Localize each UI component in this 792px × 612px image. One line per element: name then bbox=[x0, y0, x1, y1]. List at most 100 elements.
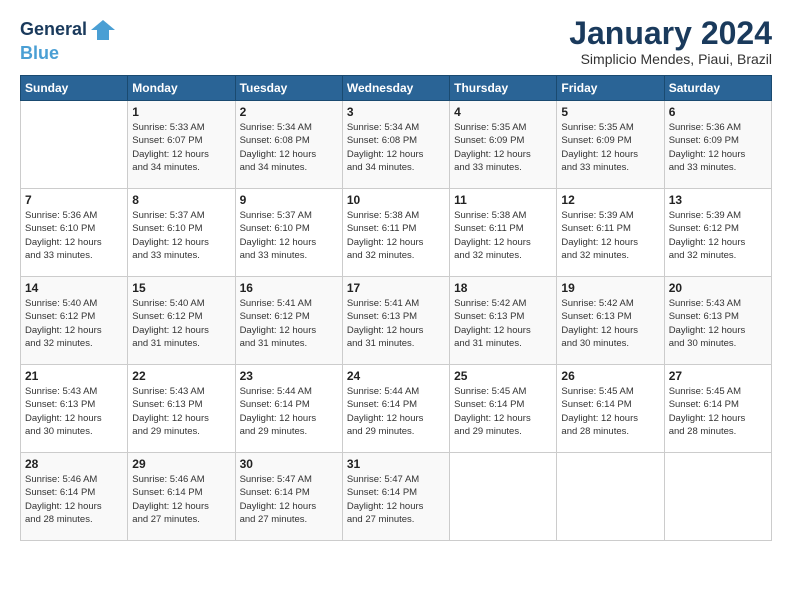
table-row: 3 Sunrise: 5:34 AM Sunset: 6:08 PM Daylig… bbox=[342, 101, 449, 189]
table-row: 4Sunrise: 5:35 AM Sunset: 6:09 PM Daylig… bbox=[450, 101, 557, 189]
day-info: Sunrise: 5:46 AM Sunset: 6:14 PM Dayligh… bbox=[25, 473, 123, 526]
table-row bbox=[450, 453, 557, 541]
day-number: 19 bbox=[561, 281, 659, 295]
day-info: Sunrise: 5:39 AM Sunset: 6:12 PM Dayligh… bbox=[669, 209, 767, 262]
table-row: 17 Sunrise: 5:41 AM Sunset: 6:13 PM Dayli… bbox=[342, 277, 449, 365]
day-info: Sunrise: 5:34 AM Sunset: 6:08 PM Dayligh… bbox=[240, 121, 338, 174]
day-number: 11 bbox=[454, 193, 552, 207]
logo-blue: Blue bbox=[20, 43, 59, 63]
day-info: Sunrise: 5:45 AM Sunset: 6:14 PM Dayligh… bbox=[454, 385, 552, 438]
table-row: 11Sunrise: 5:38 AM Sunset: 6:11 PM Dayli… bbox=[450, 189, 557, 277]
day-number: 7 bbox=[25, 193, 123, 207]
col-monday: Monday bbox=[128, 76, 235, 101]
table-row: 19Sunrise: 5:42 AM Sunset: 6:13 PM Dayli… bbox=[557, 277, 664, 365]
table-row: 18 Sunrise: 5:42 AM Sunset: 6:13 PM Dayli… bbox=[450, 277, 557, 365]
day-number: 25 bbox=[454, 369, 552, 383]
col-wednesday: Wednesday bbox=[342, 76, 449, 101]
table-row: 27 Sunrise: 5:45 AM Sunset: 6:14 PM Dayli… bbox=[664, 365, 771, 453]
table-row bbox=[664, 453, 771, 541]
calendar-table: Sunday Monday Tuesday Wednesday Thursday… bbox=[20, 75, 772, 541]
day-info: Sunrise: 5:40 AM Sunset: 6:12 PM Dayligh… bbox=[25, 297, 123, 350]
day-info: Sunrise: 5:41 AM Sunset: 6:13 PM Dayligh… bbox=[347, 297, 445, 350]
day-number: 14 bbox=[25, 281, 123, 295]
calendar-week-row: 7 Sunrise: 5:36 AM Sunset: 6:10 PM Daylig… bbox=[21, 189, 772, 277]
day-number: 31 bbox=[347, 457, 445, 471]
table-row: 25 Sunrise: 5:45 AM Sunset: 6:14 PM Dayli… bbox=[450, 365, 557, 453]
day-info: Sunrise: 5:34 AM Sunset: 6:08 PM Dayligh… bbox=[347, 121, 445, 174]
logo-text: General bbox=[20, 20, 87, 40]
table-row: 6 Sunrise: 5:36 AM Sunset: 6:09 PM Daylig… bbox=[664, 101, 771, 189]
day-number: 17 bbox=[347, 281, 445, 295]
calendar-week-row: 1Sunrise: 5:33 AM Sunset: 6:07 PM Daylig… bbox=[21, 101, 772, 189]
table-row: 9 Sunrise: 5:37 AM Sunset: 6:10 PM Daylig… bbox=[235, 189, 342, 277]
day-number: 9 bbox=[240, 193, 338, 207]
day-info: Sunrise: 5:37 AM Sunset: 6:10 PM Dayligh… bbox=[240, 209, 338, 262]
table-row: 8Sunrise: 5:37 AM Sunset: 6:10 PM Daylig… bbox=[128, 189, 235, 277]
calendar-week-row: 21 Sunrise: 5:43 AM Sunset: 6:13 PM Dayli… bbox=[21, 365, 772, 453]
table-row: 16Sunrise: 5:41 AM Sunset: 6:12 PM Dayli… bbox=[235, 277, 342, 365]
day-number: 15 bbox=[132, 281, 230, 295]
day-number: 23 bbox=[240, 369, 338, 383]
col-sunday: Sunday bbox=[21, 76, 128, 101]
table-row: 31 Sunrise: 5:47 AM Sunset: 6:14 PM Dayli… bbox=[342, 453, 449, 541]
table-row: 12Sunrise: 5:39 AM Sunset: 6:11 PM Dayli… bbox=[557, 189, 664, 277]
day-info: Sunrise: 5:36 AM Sunset: 6:10 PM Dayligh… bbox=[25, 209, 123, 262]
day-info: Sunrise: 5:42 AM Sunset: 6:13 PM Dayligh… bbox=[454, 297, 552, 350]
day-info: Sunrise: 5:36 AM Sunset: 6:09 PM Dayligh… bbox=[669, 121, 767, 174]
table-row: 29Sunrise: 5:46 AM Sunset: 6:14 PM Dayli… bbox=[128, 453, 235, 541]
day-info: Sunrise: 5:44 AM Sunset: 6:14 PM Dayligh… bbox=[347, 385, 445, 438]
table-row: 23 Sunrise: 5:44 AM Sunset: 6:14 PM Dayli… bbox=[235, 365, 342, 453]
table-row: 2Sunrise: 5:34 AM Sunset: 6:08 PM Daylig… bbox=[235, 101, 342, 189]
day-number: 21 bbox=[25, 369, 123, 383]
day-info: Sunrise: 5:38 AM Sunset: 6:11 PM Dayligh… bbox=[347, 209, 445, 262]
day-number: 13 bbox=[669, 193, 767, 207]
day-number: 28 bbox=[25, 457, 123, 471]
day-info: Sunrise: 5:35 AM Sunset: 6:09 PM Dayligh… bbox=[561, 121, 659, 174]
logo-icon bbox=[89, 16, 117, 44]
day-number: 20 bbox=[669, 281, 767, 295]
table-row: 13 Sunrise: 5:39 AM Sunset: 6:12 PM Dayli… bbox=[664, 189, 771, 277]
day-number: 18 bbox=[454, 281, 552, 295]
col-saturday: Saturday bbox=[664, 76, 771, 101]
day-info: Sunrise: 5:46 AM Sunset: 6:14 PM Dayligh… bbox=[132, 473, 230, 526]
day-info: Sunrise: 5:37 AM Sunset: 6:10 PM Dayligh… bbox=[132, 209, 230, 262]
day-info: Sunrise: 5:40 AM Sunset: 6:12 PM Dayligh… bbox=[132, 297, 230, 350]
col-thursday: Thursday bbox=[450, 76, 557, 101]
day-number: 27 bbox=[669, 369, 767, 383]
day-info: Sunrise: 5:41 AM Sunset: 6:12 PM Dayligh… bbox=[240, 297, 338, 350]
day-number: 30 bbox=[240, 457, 338, 471]
header: General Blue January 2024 Simplicio Mend… bbox=[20, 16, 772, 67]
day-info: Sunrise: 5:43 AM Sunset: 6:13 PM Dayligh… bbox=[25, 385, 123, 438]
table-row: 1Sunrise: 5:33 AM Sunset: 6:07 PM Daylig… bbox=[128, 101, 235, 189]
table-row: 26 Sunrise: 5:45 AM Sunset: 6:14 PM Dayli… bbox=[557, 365, 664, 453]
day-info: Sunrise: 5:43 AM Sunset: 6:13 PM Dayligh… bbox=[669, 297, 767, 350]
table-row: 14 Sunrise: 5:40 AM Sunset: 6:12 PM Dayli… bbox=[21, 277, 128, 365]
table-row bbox=[557, 453, 664, 541]
day-number: 10 bbox=[347, 193, 445, 207]
day-info: Sunrise: 5:44 AM Sunset: 6:14 PM Dayligh… bbox=[240, 385, 338, 438]
day-number: 22 bbox=[132, 369, 230, 383]
day-info: Sunrise: 5:39 AM Sunset: 6:11 PM Dayligh… bbox=[561, 209, 659, 262]
day-info: Sunrise: 5:47 AM Sunset: 6:14 PM Dayligh… bbox=[347, 473, 445, 526]
calendar-page: General Blue January 2024 Simplicio Mend… bbox=[0, 0, 792, 612]
day-info: Sunrise: 5:43 AM Sunset: 6:13 PM Dayligh… bbox=[132, 385, 230, 438]
day-number: 3 bbox=[347, 105, 445, 119]
table-row: 5Sunrise: 5:35 AM Sunset: 6:09 PM Daylig… bbox=[557, 101, 664, 189]
table-row bbox=[21, 101, 128, 189]
day-info: Sunrise: 5:35 AM Sunset: 6:09 PM Dayligh… bbox=[454, 121, 552, 174]
day-info: Sunrise: 5:45 AM Sunset: 6:14 PM Dayligh… bbox=[561, 385, 659, 438]
day-info: Sunrise: 5:45 AM Sunset: 6:14 PM Dayligh… bbox=[669, 385, 767, 438]
col-friday: Friday bbox=[557, 76, 664, 101]
table-row: 28 Sunrise: 5:46 AM Sunset: 6:14 PM Dayli… bbox=[21, 453, 128, 541]
table-row: 21 Sunrise: 5:43 AM Sunset: 6:13 PM Dayli… bbox=[21, 365, 128, 453]
day-number: 1 bbox=[132, 105, 230, 119]
day-number: 26 bbox=[561, 369, 659, 383]
calendar-week-row: 14 Sunrise: 5:40 AM Sunset: 6:12 PM Dayli… bbox=[21, 277, 772, 365]
day-number: 24 bbox=[347, 369, 445, 383]
table-row: 20 Sunrise: 5:43 AM Sunset: 6:13 PM Dayli… bbox=[664, 277, 771, 365]
table-row: 7 Sunrise: 5:36 AM Sunset: 6:10 PM Daylig… bbox=[21, 189, 128, 277]
day-info: Sunrise: 5:47 AM Sunset: 6:14 PM Dayligh… bbox=[240, 473, 338, 526]
location-subtitle: Simplicio Mendes, Piaui, Brazil bbox=[569, 51, 772, 67]
day-number: 6 bbox=[669, 105, 767, 119]
col-tuesday: Tuesday bbox=[235, 76, 342, 101]
